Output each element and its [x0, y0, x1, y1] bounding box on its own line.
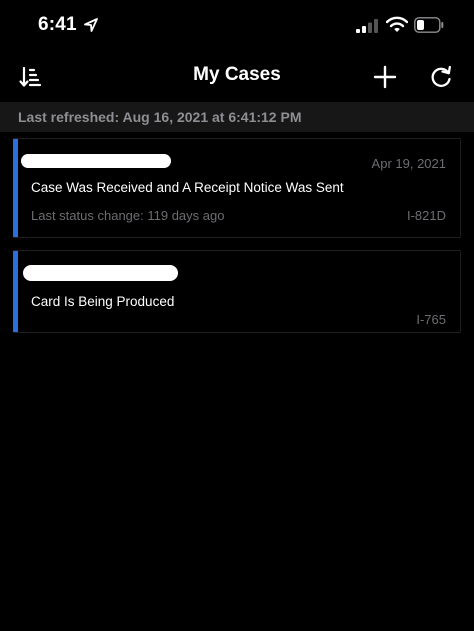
status-bar: 6:41	[0, 0, 474, 52]
case-form-type: I-765	[416, 312, 446, 327]
page-title: My Cases	[193, 64, 281, 85]
last-refreshed-bar: Last refreshed: Aug 16, 2021 at 6:41:12 …	[0, 102, 474, 132]
refresh-icon[interactable]	[428, 64, 454, 90]
last-status-change: Last status change: 119 days ago	[31, 208, 225, 223]
add-case-icon[interactable]	[372, 64, 398, 90]
location-arrow-icon	[84, 18, 98, 32]
card-accent-bar	[13, 139, 18, 237]
case-status: Card Is Being Produced	[31, 294, 175, 309]
battery-icon	[414, 17, 444, 33]
redacted-receipt-number	[21, 154, 171, 168]
case-date: Apr 19, 2021	[371, 156, 446, 171]
nav-bar: My Cases	[0, 52, 474, 102]
case-card[interactable]: Apr 19, 2021 Case Was Received and A Rec…	[13, 138, 461, 238]
last-refreshed-text: Last refreshed: Aug 16, 2021 at 6:41:12 …	[18, 109, 302, 125]
card-accent-bar	[13, 251, 18, 332]
redacted-receipt-number	[23, 265, 178, 281]
case-status: Case Was Received and A Receipt Notice W…	[31, 180, 344, 195]
status-time: 6:41	[38, 14, 77, 35]
case-form-type: I-821D	[406, 208, 446, 223]
cellular-signal-icon	[356, 19, 378, 33]
wifi-icon	[386, 16, 408, 32]
case-card[interactable]: Card Is Being Produced I-765	[13, 250, 461, 333]
